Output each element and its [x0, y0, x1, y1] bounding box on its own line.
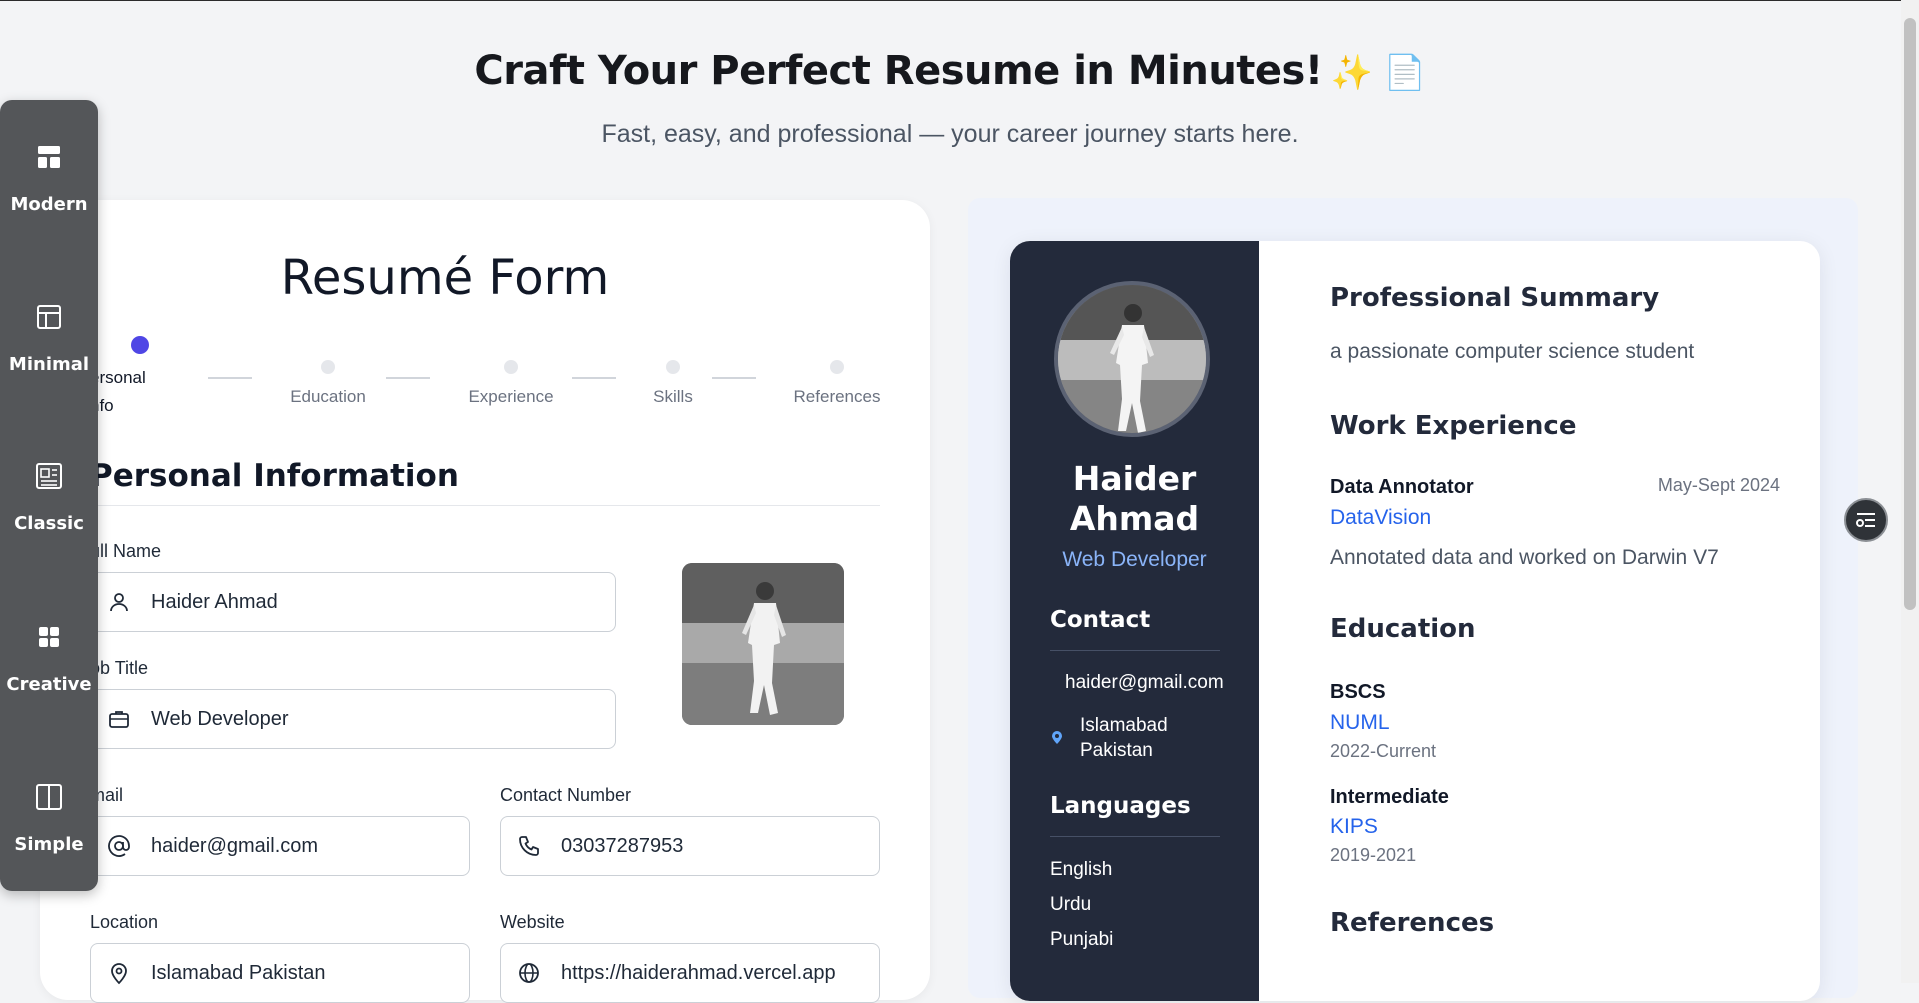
- language-item: English: [1050, 859, 1113, 880]
- education-school: NUML: [1330, 711, 1390, 734]
- sidebar-item-label: Minimal: [8, 354, 90, 375]
- sidebar-item-label: Modern: [10, 194, 88, 215]
- location-value: Islamabad Pakistan: [151, 962, 326, 984]
- layout-creative-icon: [39, 627, 59, 647]
- resume-location: Islamabad Pakistan: [1080, 715, 1168, 761]
- step-label-references[interactable]: References: [777, 387, 897, 407]
- location-label: Location: [90, 912, 159, 932]
- email-value: haider@gmail.com: [151, 835, 319, 857]
- profile-photo-upload[interactable]: [682, 563, 844, 725]
- layout-modern-icon: [38, 146, 60, 168]
- email-field[interactable]: haider@gmail.com: [90, 816, 470, 876]
- education-school: KIPS: [1330, 815, 1378, 838]
- job-title-value: Web Developer: [151, 708, 289, 730]
- website-value: https://haiderahmad.vercel.app: [561, 962, 836, 984]
- sidebar-item-classic[interactable]: Classic: [0, 461, 98, 534]
- step-dot-education[interactable]: [321, 360, 335, 374]
- step-label-education[interactable]: Education: [268, 387, 388, 407]
- resume-languages-heading: Languages: [1050, 793, 1191, 819]
- resume-name: Haider Ahmad: [1069, 459, 1200, 538]
- globe-icon: [519, 963, 539, 983]
- full-name-label: ull Name: [90, 541, 162, 561]
- full-name-value: Haider Ahmad: [151, 591, 278, 613]
- form-title: Resumé Form: [280, 250, 610, 306]
- sidebar-item-creative[interactable]: Creative: [0, 622, 98, 695]
- step-connector: [712, 377, 756, 379]
- sidebar-item-simple[interactable]: Simple: [0, 782, 98, 855]
- website-label: Website: [500, 912, 565, 932]
- scrollbar-thumb[interactable]: [1904, 18, 1916, 610]
- step-dot-personal-info[interactable]: [131, 336, 149, 354]
- resume-contact-heading: Contact: [1050, 607, 1151, 633]
- section-title: Personal Information: [90, 458, 459, 494]
- location-pin-icon: [1052, 731, 1062, 744]
- step-label-experience[interactable]: Experience: [451, 387, 571, 407]
- list-settings-icon: [1856, 513, 1875, 527]
- at-sign-icon: [108, 835, 130, 857]
- divider: [1050, 650, 1220, 651]
- step-label-personal-info[interactable]: ersonal nfo: [90, 364, 170, 420]
- user-icon: [110, 593, 128, 612]
- education-degree: BSCS: [1330, 681, 1386, 703]
- job-title-label: ob Title: [90, 658, 149, 678]
- phone-icon: [519, 836, 539, 856]
- page-subtitle: Fast, easy, and professional — your care…: [601, 120, 1299, 148]
- floating-menu-button[interactable]: [1844, 498, 1888, 542]
- education-degree: Intermediate: [1330, 786, 1449, 808]
- contact-number-label: Contact Number: [500, 785, 632, 805]
- summary-text: a passionate computer science student: [1330, 340, 1695, 363]
- map-pin-icon: [111, 963, 127, 985]
- divider: [1050, 836, 1220, 837]
- job-title-field[interactable]: Web Developer: [90, 689, 616, 749]
- education-years: 2019-2021: [1330, 845, 1417, 865]
- layout-classic-icon: [36, 463, 62, 489]
- page-title-text: Craft Your Perfect Resume in Minutes!: [474, 48, 1323, 94]
- language-item: Urdu: [1050, 894, 1092, 915]
- step-dot-experience[interactable]: [504, 360, 518, 374]
- layout-simple-icon: [36, 784, 62, 810]
- location-field[interactable]: Islamabad Pakistan: [90, 943, 470, 1003]
- resume-preview: Haider Ahmad Web Developer Contact haide…: [1010, 241, 1820, 1001]
- avatar-photo: [1058, 285, 1206, 433]
- page-title: Craft Your Perfect Resume in Minutes! ✨ 📄: [0, 48, 1900, 94]
- sidebar-item-label: Simple: [14, 834, 84, 855]
- website-field[interactable]: https://haiderahmad.vercel.app: [500, 943, 880, 1003]
- work-role: Data Annotator: [1330, 476, 1474, 498]
- step-label-skills[interactable]: Skills: [613, 387, 733, 407]
- layout-minimal-icon: [37, 305, 61, 329]
- education-years: 2022-Current: [1330, 741, 1437, 761]
- cricketer-photo: [682, 563, 844, 725]
- step-dot-skills[interactable]: [666, 360, 680, 374]
- resume-avatar: [1054, 281, 1210, 437]
- work-dates: May-Sept 2024: [1657, 475, 1780, 495]
- resume-email: haider@gmail.com: [1065, 672, 1224, 693]
- step-connector: [386, 377, 430, 379]
- section-divider: [90, 505, 880, 506]
- sidebar-item-modern[interactable]: Modern: [0, 142, 98, 215]
- work-description: Annotated data and worked on Darwin V7: [1330, 546, 1719, 569]
- template-sidebar: Modern Minimal Classic Creative Simple: [0, 100, 98, 891]
- full-name-field[interactable]: Haider Ahmad: [90, 572, 616, 632]
- window-top-border: [0, 0, 1919, 1]
- education-heading: Education: [1330, 614, 1476, 644]
- sidebar-item-minimal[interactable]: Minimal: [0, 302, 98, 375]
- work-heading: Work Experience: [1330, 411, 1577, 441]
- sparkle-document-emoji: ✨ 📄: [1330, 53, 1427, 93]
- resume-job-title: Web Developer: [1062, 548, 1207, 571]
- summary-heading: Professional Summary: [1330, 283, 1660, 313]
- briefcase-icon: [109, 711, 129, 728]
- sidebar-item-label: Classic: [14, 513, 84, 534]
- step-connector: [572, 377, 616, 379]
- references-heading: References: [1330, 908, 1495, 938]
- language-item: Punjabi: [1050, 929, 1114, 950]
- step-dot-references[interactable]: [830, 360, 844, 374]
- contact-number-field[interactable]: 03037287953: [500, 816, 880, 876]
- work-company: DataVision: [1330, 506, 1432, 529]
- sidebar-item-label: Creative: [6, 674, 92, 695]
- step-connector: [208, 377, 252, 379]
- contact-number-value: 03037287953: [561, 835, 684, 857]
- resume-sidebar: Haider Ahmad Web Developer Contact haide…: [1010, 241, 1259, 1001]
